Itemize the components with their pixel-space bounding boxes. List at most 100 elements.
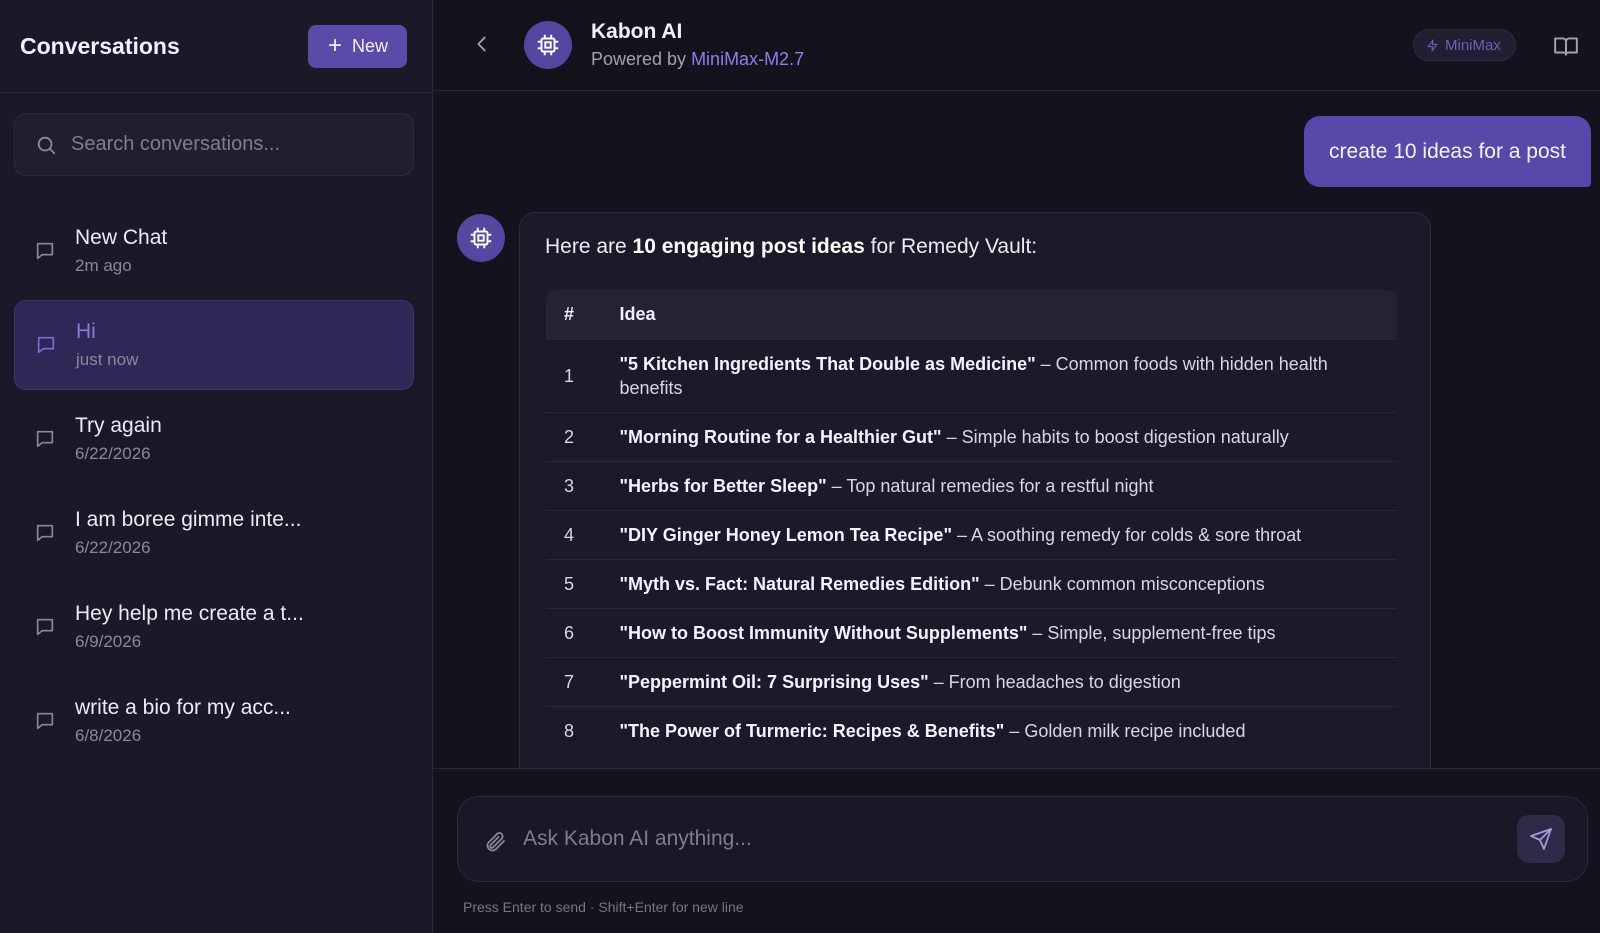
assistant-intro: Here are 10 engaging post ideas for Reme…	[545, 235, 1405, 259]
send-icon	[1530, 828, 1552, 850]
idea-title: "The Power of Turmeric: Recipes & Benefi…	[619, 721, 1005, 741]
assistant-name: Kabon AI	[591, 20, 683, 43]
table-row: 3 "Herbs for Better Sleep" – Top natural …	[546, 461, 1397, 511]
row-number: 6	[546, 608, 602, 658]
composer-area: Press Enter to send · Shift+Enter for ne…	[433, 768, 1600, 933]
idea-desc: – From headaches to digestion	[928, 672, 1181, 692]
conversation-item[interactable]: Hey help me create a t... 6/9/2026	[14, 582, 414, 672]
chevron-left-icon[interactable]	[471, 33, 493, 55]
bot-avatar	[524, 21, 572, 69]
row-number: 4	[546, 510, 602, 560]
search-input[interactable]	[71, 133, 371, 156]
idea-title: "DIY Ginger Honey Lemon Tea Recipe"	[619, 525, 952, 545]
table-row: 2 "Morning Routine for a Healthier Gut" –…	[546, 412, 1397, 462]
row-number: 1	[546, 339, 602, 413]
chat-bubble-icon	[36, 524, 54, 542]
conversation-item[interactable]: Try again 6/22/2026	[14, 394, 414, 484]
row-number: 8	[546, 706, 602, 755]
sidebar-title: Conversations	[20, 32, 180, 59]
conversation-item[interactable]: write a bio for my acc... 6/8/2026	[14, 676, 414, 766]
row-idea: "Morning Routine for a Healthier Gut" – …	[601, 412, 1397, 462]
idea-desc: – A soothing remedy for colds & sore thr…	[951, 525, 1302, 545]
table-row: 7 "Peppermint Oil: 7 Surprising Uses" – F…	[546, 657, 1397, 707]
chat-bubble-icon	[36, 242, 54, 260]
conversation-title: Hey help me create a t...	[75, 602, 304, 625]
plus-icon: +	[327, 32, 342, 59]
conversation-item[interactable]: New Chat 2m ago	[14, 206, 414, 296]
table-row: 1 "5 Kitchen Ingredients That Double as M…	[546, 339, 1397, 413]
user-message: create 10 ideas for a post	[1304, 116, 1591, 187]
chat-bubble-icon	[36, 618, 54, 636]
chip-icon	[537, 34, 559, 56]
ideas-table: # Idea 1 "5 Kitchen Ingredients That Doub…	[545, 289, 1398, 756]
chat-bubble-icon	[36, 430, 54, 448]
chat-bubble-icon	[37, 336, 55, 354]
idea-title: "How to Boost Immunity Without Supplemen…	[619, 623, 1028, 643]
paperclip-icon[interactable]	[483, 830, 507, 854]
search-box[interactable]	[14, 113, 414, 176]
sidebar-header: Conversations + New	[0, 0, 432, 93]
conversation-time: 6/22/2026	[75, 444, 151, 463]
model-badge[interactable]: MiniMax	[1413, 29, 1516, 61]
idea-title: "Myth vs. Fact: Natural Remedies Edition…	[619, 574, 980, 594]
sidebar: Conversations + New New Chat 2m ago Hi jus…	[0, 0, 433, 933]
conversation-title: write a bio for my acc...	[75, 696, 291, 719]
intro-prefix: Here are	[545, 235, 633, 258]
assistant-avatar	[457, 214, 505, 262]
chat-header: Kabon AI Powered by MiniMax-M2.7 MiniMax	[433, 0, 1600, 91]
message-input[interactable]	[523, 827, 1423, 851]
idea-title: "5 Kitchen Ingredients That Double as Me…	[619, 354, 1036, 374]
column-header-num: #	[546, 290, 602, 340]
assistant-subtitle: Powered by MiniMax-M2.7	[591, 49, 804, 70]
row-idea: "How to Boost Immunity Without Supplemen…	[601, 608, 1397, 658]
intro-bold: 10 engaging post ideas	[632, 235, 865, 258]
conversation-time: 6/8/2026	[75, 726, 142, 745]
message-list: create 10 ideas for a post Here are 10 e…	[433, 92, 1600, 768]
table-row: 6 "How to Boost Immunity Without Suppleme…	[546, 608, 1397, 658]
conversation-time: 6/22/2026	[75, 538, 151, 557]
chat-bubble-icon	[36, 712, 54, 730]
conversation-item[interactable]: I am boree gimme inte... 6/22/2026	[14, 488, 414, 578]
row-number: 2	[546, 412, 602, 462]
conversation-title: I am boree gimme inte...	[75, 508, 302, 531]
conversation-time: 6/9/2026	[75, 632, 142, 651]
table-header-row: # Idea	[546, 290, 1397, 340]
new-conversation-button[interactable]: + New	[307, 24, 407, 68]
conversation-title: Try again	[75, 414, 162, 437]
new-button-label: New	[351, 35, 388, 56]
idea-desc: – Top natural remedies for a restful nig…	[826, 476, 1154, 496]
row-idea: "Herbs for Better Sleep" – Top natural r…	[601, 461, 1397, 511]
send-button[interactable]	[1517, 815, 1565, 863]
row-number: 7	[546, 657, 602, 707]
idea-title: "Herbs for Better Sleep"	[619, 476, 827, 496]
table-row: 8 "The Power of Turmeric: Recipes & Benef…	[546, 706, 1397, 755]
composer-hint: Press Enter to send · Shift+Enter for ne…	[463, 899, 744, 915]
row-number: 5	[546, 559, 602, 609]
conversation-time: just now	[76, 350, 139, 369]
idea-desc: – Simple, supplement-free tips	[1027, 623, 1276, 643]
idea-title: "Peppermint Oil: 7 Surprising Uses"	[619, 672, 929, 692]
app-window: Conversations + New New Chat 2m ago Hi jus…	[0, 0, 1600, 933]
row-idea: "DIY Ginger Honey Lemon Tea Recipe" – A …	[601, 510, 1397, 560]
row-idea: "The Power of Turmeric: Recipes & Benefi…	[601, 706, 1397, 755]
row-idea: "Peppermint Oil: 7 Surprising Uses" – Fr…	[601, 657, 1397, 707]
conversation-item-active[interactable]: Hi just now	[14, 300, 414, 390]
row-idea: "5 Kitchen Ingredients That Double as Me…	[601, 339, 1397, 413]
row-number: 3	[546, 461, 602, 511]
conversation-title: Hi	[76, 320, 96, 343]
chip-icon	[470, 227, 492, 249]
idea-desc: – Simple habits to boost digestion natur…	[941, 427, 1289, 447]
model-name: MiniMax-M2.7	[691, 49, 805, 69]
book-icon[interactable]	[1553, 33, 1579, 59]
conversation-title: New Chat	[75, 226, 168, 249]
lightning-icon	[1427, 39, 1438, 51]
column-header-idea: Idea	[601, 290, 1397, 340]
row-idea: "Myth vs. Fact: Natural Remedies Edition…	[601, 559, 1397, 609]
idea-desc: – Debunk common misconceptions	[979, 574, 1265, 594]
conversation-list: New Chat 2m ago Hi just now Try again 6/22/…	[14, 206, 414, 770]
message-composer	[457, 796, 1588, 882]
conversation-time: 2m ago	[75, 256, 132, 275]
table-row: 4 "DIY Ginger Honey Lemon Tea Recipe" – A…	[546, 510, 1397, 560]
search-icon	[37, 136, 56, 154]
chat-main: Kabon AI Powered by MiniMax-M2.7 MiniMax…	[433, 0, 1600, 933]
